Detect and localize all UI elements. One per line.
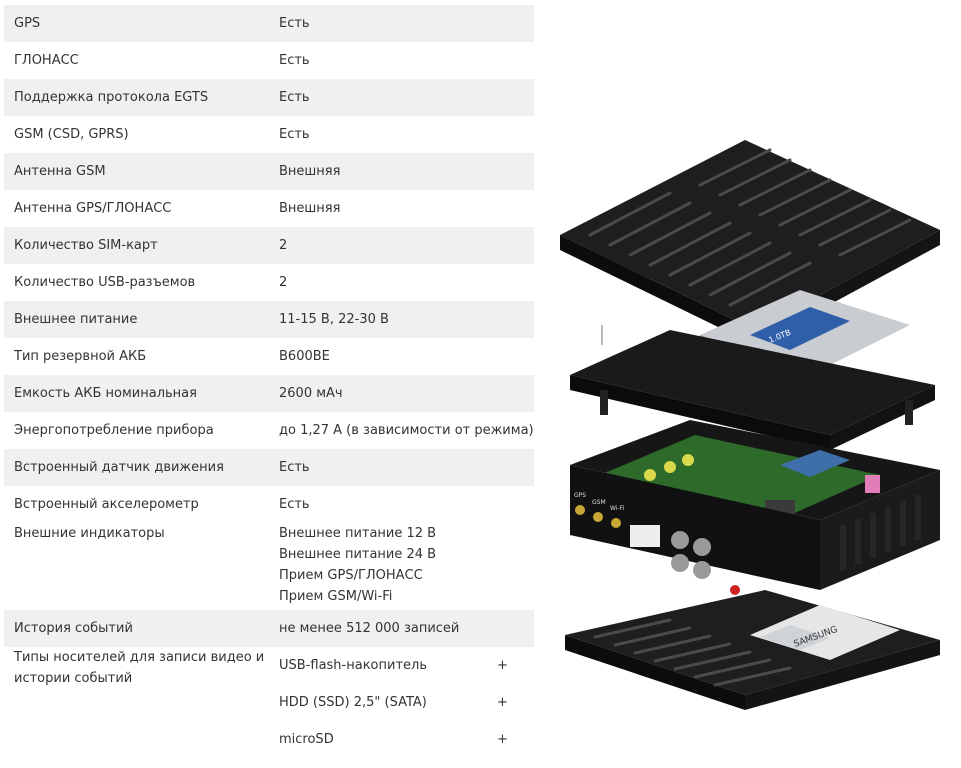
middle-frame xyxy=(570,330,935,450)
spec-row: GPS Есть xyxy=(4,5,534,42)
bottom-cover: SAMSUNG xyxy=(565,590,940,710)
media-item-mark: + xyxy=(497,658,508,673)
spec-row: Встроенный акселерометр Есть xyxy=(4,486,534,523)
spec-value: 2600 мАч xyxy=(279,386,343,401)
specifications-table: GPS Есть ГЛОНАСС Есть Поддержка протокола EG… xyxy=(4,5,534,758)
spec-row: ГЛОНАСС Есть xyxy=(4,42,534,79)
spec-label: GSM (CSD, GPRS) xyxy=(14,127,129,142)
spec-row: Энергопотребление прибора до 1,27 А (в за… xyxy=(4,412,534,449)
spec-row: Поддержка протокола EGTS Есть xyxy=(4,79,534,116)
spec-row: Емкость АКБ номинальная 2600 мАч xyxy=(4,375,534,412)
spec-label: GPS xyxy=(14,16,41,31)
media-item-name: microSD xyxy=(279,732,334,747)
spec-value: Есть xyxy=(279,90,310,105)
spec-label: ГЛОНАСС xyxy=(14,53,79,68)
spec-label: Антенна GSM xyxy=(14,164,106,179)
spec-value-list: Внешнее питание 12 В Внешнее питание 24 … xyxy=(279,523,436,607)
media-item-name: HDD (SSD) 2,5" (SATA) xyxy=(279,695,427,710)
spec-row: Тип резервной АКБ B600BE xyxy=(4,338,534,375)
spec-value: Есть xyxy=(279,16,310,31)
spec-value: не менее 512 000 записей xyxy=(279,621,460,636)
spec-value: Есть xyxy=(279,53,310,68)
spec-value: B600BE xyxy=(279,349,330,364)
port-label: Wi-Fi xyxy=(610,505,625,512)
spec-value: 2 xyxy=(279,238,288,253)
media-item-name: USB-flash-накопитель xyxy=(279,658,427,673)
port-label: GPS xyxy=(574,492,586,499)
spec-label: Тип резервной АКБ xyxy=(14,349,147,364)
spec-value: до 1,27 А (в зависимости от режима) xyxy=(279,423,534,438)
spec-row: Антенна GSM Внешняя xyxy=(4,153,534,190)
spec-row-media: Типы носителей для записи видео и истори… xyxy=(4,647,534,758)
spec-value: Внешняя xyxy=(279,164,341,179)
indicator-item: Прием GSM/Wi-Fi xyxy=(279,589,393,604)
spec-label: Емкость АКБ номинальная xyxy=(14,386,197,401)
port-label: GSM xyxy=(592,499,606,506)
spec-value: Есть xyxy=(279,127,310,142)
spec-value: Есть xyxy=(279,497,310,512)
spec-row: Количество SIM-карт 2 xyxy=(4,227,534,264)
spec-label: Энергопотребление прибора xyxy=(14,423,214,438)
spec-label: Поддержка протокола EGTS xyxy=(14,90,209,105)
spec-label: Количество USB-разъемов xyxy=(14,275,196,290)
spec-label: Количество SIM-карт xyxy=(14,238,158,253)
indicator-item: Внешнее питание 24 В xyxy=(279,547,437,562)
spec-row: Антенна GPS/ГЛОНАСС Внешняя xyxy=(4,190,534,227)
spec-row-indicators: Внешние индикаторы Внешнее питание 12 В … xyxy=(4,523,534,610)
spec-value: Есть xyxy=(279,460,310,475)
spec-value: Внешняя xyxy=(279,201,341,216)
spec-label: История событий xyxy=(14,621,133,636)
spec-row: Количество USB-разъемов 2 xyxy=(4,264,534,301)
spec-value: 11-15 В, 22-30 В xyxy=(279,312,389,327)
indicator-item: Внешнее питание 12 В xyxy=(279,526,437,541)
device-exploded-view-image: 1.0TB GPS GSM Wi-Fi SAMSUNG xyxy=(560,140,940,710)
spec-label: Встроенный акселерометр xyxy=(14,497,199,512)
spec-label: Внешние индикаторы xyxy=(14,526,165,541)
spec-label: Типы носителей для записи видео и истори… xyxy=(14,650,265,686)
spec-value: 2 xyxy=(279,275,288,290)
media-item-mark: + xyxy=(497,732,508,747)
spec-row-history: История событий не менее 512 000 записей xyxy=(4,610,534,647)
main-body: GPS GSM Wi-Fi xyxy=(570,420,940,595)
indicator-item: Прием GPS/ГЛОНАСС xyxy=(279,568,423,583)
spec-label: Антенна GPS/ГЛОНАСС xyxy=(14,201,172,216)
spec-row: GSM (CSD, GPRS) Есть xyxy=(4,116,534,153)
spec-row: Встроенный датчик движения Есть xyxy=(4,449,534,486)
spec-row: Внешнее питание 11-15 В, 22-30 В xyxy=(4,301,534,338)
spec-label: Внешнее питание xyxy=(14,312,138,327)
spec-label: Встроенный датчик движения xyxy=(14,460,224,475)
media-item-mark: + xyxy=(497,695,508,710)
